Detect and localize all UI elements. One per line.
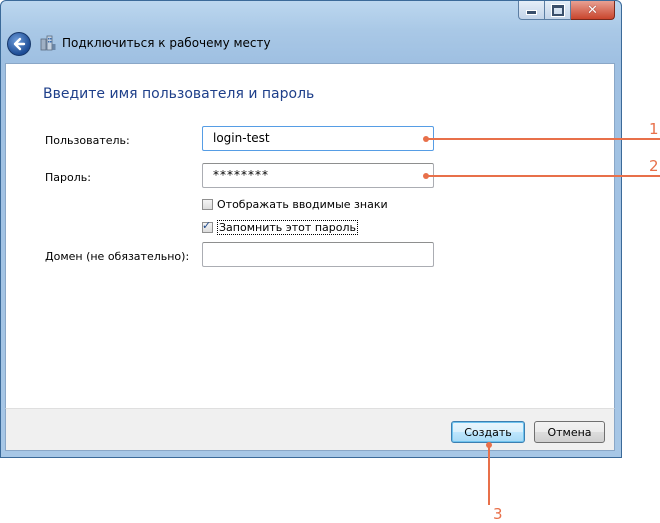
checkmark-icon: ✓ <box>202 219 212 232</box>
domain-field[interactable] <box>202 242 434 267</box>
checkbox-checked-icon[interactable]: ✓ <box>202 219 213 233</box>
create-button[interactable]: Создать <box>451 421 525 443</box>
callout-line-1 <box>426 138 660 140</box>
content-area <box>5 63 615 408</box>
show-chars-label: Отображать вводимые знаки <box>217 198 388 211</box>
user-label: Пользователь: <box>45 134 130 147</box>
callout-line-3 <box>488 445 490 505</box>
minimize-button[interactable] <box>518 1 545 20</box>
close-icon: ✕ <box>587 2 598 18</box>
remember-password-checkbox[interactable]: ✓ Запомнить этот пароль <box>202 219 358 235</box>
cancel-button[interactable]: Отмена <box>534 421 605 443</box>
password-label: Пароль: <box>45 171 91 184</box>
window-title: Подключиться к рабочему месту <box>62 36 271 50</box>
password-field[interactable]: ******** <box>202 163 434 188</box>
caption-buttons: ✕ <box>518 1 615 21</box>
back-arrow-icon <box>13 37 26 51</box>
maximize-button[interactable] <box>545 1 571 20</box>
domain-label: Домен (не обязательно): <box>45 250 190 263</box>
back-button[interactable] <box>7 32 31 56</box>
user-field[interactable]: login-test <box>202 126 434 151</box>
close-button[interactable]: ✕ <box>571 1 615 20</box>
workplace-connection-icon <box>40 35 56 51</box>
maximize-icon <box>551 4 564 16</box>
show-chars-checkbox[interactable]: Отображать вводимые знаки <box>202 198 388 211</box>
callout-number-3: 3 <box>493 505 503 523</box>
callout-number-1: 1 <box>649 120 659 138</box>
remember-password-label: Запомнить этот пароль <box>217 220 358 235</box>
callout-number-2: 2 <box>649 157 659 175</box>
page-heading: Введите имя пользователя и пароль <box>43 86 315 102</box>
minimize-icon <box>526 10 537 15</box>
checkbox-unchecked-icon[interactable] <box>202 199 213 210</box>
callout-line-2 <box>426 175 660 177</box>
